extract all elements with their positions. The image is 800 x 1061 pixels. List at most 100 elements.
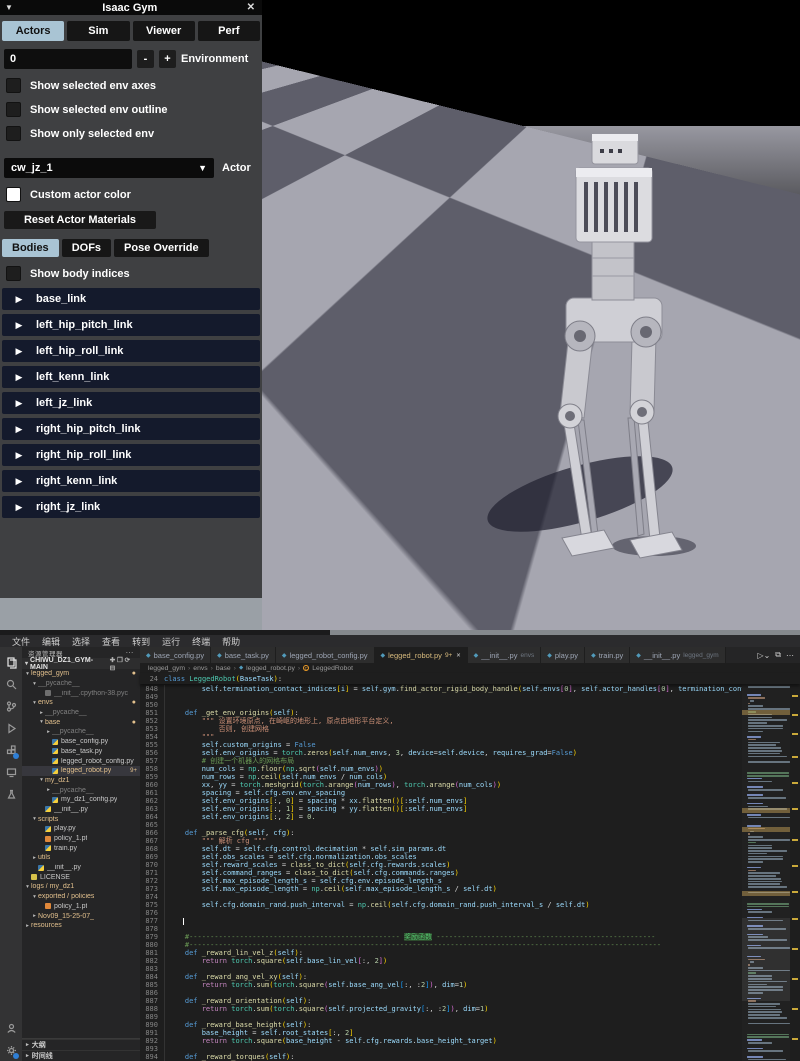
editor-tab-__init__.py[interactable]: ◆__init__.pylegged_gym (630, 647, 725, 663)
editor-tab-base_task.py[interactable]: ◆base_task.py (211, 647, 276, 663)
tree-item-scripts[interactable]: ▾scripts (22, 814, 140, 824)
breadcrumb-item[interactable]: envs (193, 665, 207, 672)
expand-arrow-icon[interactable]: ▶ (2, 476, 36, 487)
breadcrumb-item[interactable]: legged_robot.py (246, 665, 295, 672)
checkbox[interactable] (6, 78, 21, 93)
expand-arrow-icon[interactable]: ▶ (2, 398, 36, 409)
checkbox[interactable] (6, 126, 21, 141)
tab-dofs[interactable]: DOFs (62, 239, 111, 257)
body-link-row[interactable]: ▶left_kenn_link (2, 366, 260, 388)
body-link-row[interactable]: ▶left_hip_roll_link (2, 340, 260, 362)
workspace-root-row[interactable]: ▾ CHIWU_DZ1_GYM-MAIN ✚ ❐ ⟳ ⊟ (22, 658, 140, 669)
body-link-row[interactable]: ▶right_hip_pitch_link (2, 418, 260, 440)
account-icon[interactable] (3, 1017, 19, 1039)
body-link-row[interactable]: ▶right_kenn_link (2, 470, 260, 492)
tab-pose-override[interactable]: Pose Override (114, 239, 209, 257)
env-decrement-button[interactable]: - (137, 50, 154, 68)
split-editor-icon[interactable]: ⧉ (775, 650, 781, 660)
editor-tab-base_config.py[interactable]: ◆base_config.py (140, 647, 211, 663)
sidebar-panel-大纲[interactable]: ▸大纲 (22, 1039, 140, 1050)
tree-item-__init__.py[interactable]: __init__.py (22, 863, 140, 873)
tab-perf[interactable]: Perf (198, 21, 260, 41)
search-icon[interactable] (3, 673, 19, 695)
tree-item-__pycache__[interactable]: ▸__pycache__ (22, 785, 140, 795)
environment-index-input[interactable]: 0 (4, 49, 132, 69)
editor-tab-legged_robot.py[interactable]: ◆legged_robot.py9+✕ (375, 647, 468, 663)
tree-item-base[interactable]: ▾base● (22, 717, 140, 727)
3d-viewport[interactable] (262, 0, 800, 630)
tab-bodies[interactable]: Bodies (2, 239, 59, 257)
tree-item-Nov09_15-25-07_[interactable]: ▸Nov09_15-25-07_ (22, 911, 140, 921)
body-link-row[interactable]: ▶right_jz_link (2, 496, 260, 518)
tree-item-legged_gym[interactable]: ▾legged_gym● (22, 669, 140, 679)
menu-选择[interactable]: 选择 (66, 635, 96, 648)
tree-item-__init__.cpython-38.pyc[interactable]: __init__.cpython-38.pyc (22, 688, 140, 698)
tree-item-envs[interactable]: ▾envs● (22, 698, 140, 708)
close-icon[interactable]: ✕ (247, 2, 255, 13)
remote-explorer-icon[interactable] (3, 761, 19, 783)
run-python-icon[interactable]: ▷⌄ (757, 651, 770, 660)
tree-item-base_task.py[interactable]: base_task.py (22, 747, 140, 757)
env-increment-button[interactable]: + (159, 50, 176, 68)
menu-运行[interactable]: 运行 (156, 635, 186, 648)
expand-arrow-icon[interactable]: ▶ (2, 502, 36, 513)
tree-item-__pycache__[interactable]: ▸__pycache__ (22, 727, 140, 737)
minimap[interactable] (742, 684, 790, 1061)
tree-item-play.py[interactable]: play.py (22, 824, 140, 834)
body-link-row[interactable]: ▶right_hip_roll_link (2, 444, 260, 466)
minimap-slider[interactable] (742, 918, 790, 1001)
editor-tab-play.py[interactable]: ◆play.py (541, 647, 585, 663)
breadcrumb-item[interactable]: legged_gym (148, 665, 185, 672)
breadcrumb-item[interactable]: base (216, 665, 231, 672)
editor-tab-train.py[interactable]: ◆train.py (585, 647, 630, 663)
expand-arrow-icon[interactable]: ▶ (2, 346, 36, 357)
body-link-row[interactable]: ▶left_hip_pitch_link (2, 314, 260, 336)
menu-编辑[interactable]: 编辑 (36, 635, 66, 648)
menu-帮助[interactable]: 帮助 (216, 635, 246, 648)
menu-文件[interactable]: 文件 (6, 635, 36, 648)
tree-item-my_dz1_config.py[interactable]: my_dz1_config.py (22, 795, 140, 805)
menu-终端[interactable]: 终端 (186, 635, 216, 648)
testing-beaker-icon[interactable] (3, 783, 19, 805)
tree-item-__init__.py[interactable]: __init__.py (22, 805, 140, 815)
tree-item-__pycache__[interactable]: ▸__pycache__ (22, 708, 140, 718)
tree-item-policy_1.pt[interactable]: policy_1.pt (22, 902, 140, 912)
body-link-row[interactable]: ▶base_link (2, 288, 260, 310)
show-body-indices-checkbox[interactable] (6, 266, 21, 281)
custom-actor-color-checkbox[interactable] (6, 187, 21, 202)
menu-查看[interactable]: 查看 (96, 635, 126, 648)
more-actions-icon[interactable]: ⋯ (786, 651, 794, 660)
editor-tab-__init__.py[interactable]: ◆__init__.pyenvs (468, 647, 542, 663)
files-icon[interactable] (3, 651, 19, 673)
tree-item-utils[interactable]: ▸utils (22, 853, 140, 863)
tree-item-exported / policies[interactable]: ▾exported / policies (22, 892, 140, 902)
reset-actor-materials-button[interactable]: Reset Actor Materials (4, 211, 156, 229)
expand-arrow-icon[interactable]: ▶ (2, 320, 36, 331)
expand-arrow-icon[interactable]: ▶ (2, 450, 36, 461)
tab-actors[interactable]: Actors (2, 21, 64, 41)
checkbox[interactable] (6, 102, 21, 117)
tree-item-legged_robot_config.py[interactable]: legged_robot_config.py (22, 756, 140, 766)
editor-tab-legged_robot_config.py[interactable]: ◆legged_robot_config.py (276, 647, 375, 663)
sidebar-panel-时间线[interactable]: ▸时间线 (22, 1050, 140, 1061)
collapse-icon[interactable]: ▼ (5, 3, 13, 12)
expand-arrow-icon[interactable]: ▶ (2, 294, 36, 305)
tree-item-policy_1.pt[interactable]: policy_1.pt (22, 834, 140, 844)
extensions-icon[interactable] (3, 739, 19, 761)
expand-arrow-icon[interactable]: ▶ (2, 372, 36, 383)
tree-item-resources[interactable]: ▸resources (22, 921, 140, 931)
close-icon[interactable]: ✕ (456, 651, 460, 659)
breadcrumb[interactable]: legged_gym›envs›base›◆legged_robot.py›CL… (140, 663, 800, 673)
tab-viewer[interactable]: Viewer (133, 21, 195, 41)
tree-item-LICENSE[interactable]: LICENSE (22, 872, 140, 882)
source-control-icon[interactable] (3, 695, 19, 717)
code-view[interactable]: 848 self.termination_contact_indices[i] … (140, 684, 800, 1061)
settings-gear-icon[interactable] (3, 1039, 19, 1061)
tree-item-__pycache__[interactable]: ▾__pycache__ (22, 679, 140, 689)
run-debug-icon[interactable] (3, 717, 19, 739)
tree-item-train.py[interactable]: train.py (22, 843, 140, 853)
body-link-row[interactable]: ▶left_jz_link (2, 392, 260, 414)
tree-item-my_dz1[interactable]: ▾my_dz1 (22, 776, 140, 786)
expand-arrow-icon[interactable]: ▶ (2, 424, 36, 435)
tree-item-base_config.py[interactable]: base_config.py (22, 737, 140, 747)
